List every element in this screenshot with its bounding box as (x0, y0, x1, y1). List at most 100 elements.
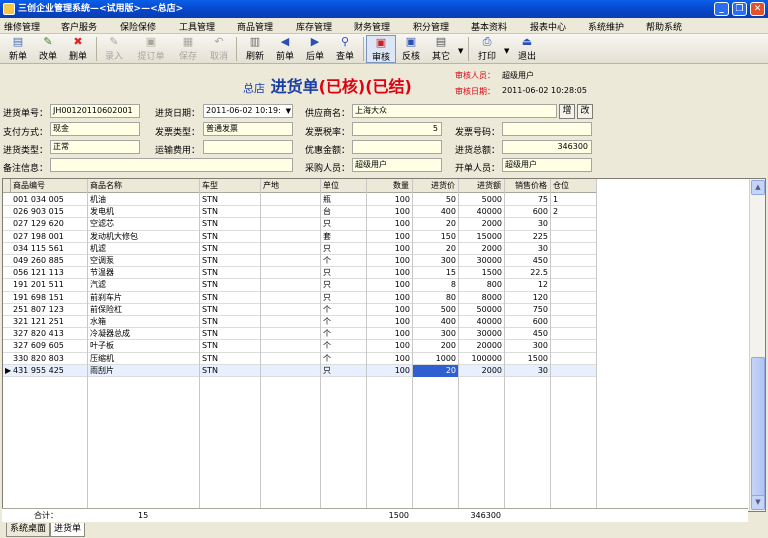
cell-unit[interactable]: 个 (321, 328, 367, 340)
cell-amount[interactable]: 800 (459, 279, 505, 291)
col-header-qty[interactable]: 数量 (367, 179, 413, 193)
table-row[interactable]: 321 121 251 水箱 STN 个 100 400 40000 600 (3, 316, 597, 329)
cell-model[interactable]: STN (200, 328, 261, 340)
cell-sale-price[interactable]: 450 (505, 255, 551, 267)
cell-amount[interactable]: 1500 (459, 267, 505, 279)
cell-code[interactable]: 001 034 005 (11, 194, 88, 206)
col-header-origin[interactable]: 产地 (261, 179, 321, 193)
cell-name[interactable]: 空滤芯 (88, 218, 200, 230)
cell-name[interactable]: 机滤 (88, 243, 200, 255)
cell-origin[interactable] (261, 328, 321, 340)
other-dropdown-icon[interactable]: ▼ (458, 47, 463, 55)
cell-location[interactable] (551, 292, 597, 304)
cell-amount[interactable]: 40000 (459, 316, 505, 328)
cell-model[interactable]: STN (200, 267, 261, 279)
add-supplier-button[interactable]: 增 (559, 104, 575, 119)
cell-name[interactable]: 水箱 (88, 316, 200, 328)
cell-price[interactable]: 50 (413, 194, 459, 206)
cell-code[interactable]: 026 903 015 (11, 206, 88, 218)
cell-unit[interactable]: 只 (321, 267, 367, 279)
creator-field[interactable]: 超级用户 (502, 158, 592, 172)
cell-qty[interactable]: 100 (367, 218, 413, 230)
cell-sale-price[interactable]: 75 (505, 194, 551, 206)
cell-model[interactable]: STN (200, 353, 261, 365)
cell-name[interactable]: 汽滤 (88, 279, 200, 291)
goods-grid[interactable]: 商品编号 商品名称 车型 产地 单位 数量 进货价 进货额 销售价格 仓位 00… (2, 178, 766, 512)
supplier-field[interactable]: 上海大众 (352, 104, 557, 118)
cell-sale-price[interactable]: 30 (505, 218, 551, 230)
cell-code[interactable]: 056 121 113 (11, 267, 88, 279)
cell-origin[interactable] (261, 316, 321, 328)
prev-button[interactable]: ◀ 前单 (270, 35, 300, 63)
cell-qty[interactable]: 100 (367, 243, 413, 255)
cell-location[interactable] (551, 279, 597, 291)
tax-field[interactable]: 5 (352, 122, 442, 136)
cell-origin[interactable] (261, 267, 321, 279)
menu-repair[interactable]: 维修管理 (4, 20, 40, 33)
cell-name[interactable]: 叶子板 (88, 340, 200, 352)
cell-price[interactable]: 20 (413, 243, 459, 255)
edit-button[interactable]: ✎ 改单 (33, 35, 63, 63)
menu-goods[interactable]: 商品管理 (237, 20, 273, 33)
unapprove-button[interactable]: ▣ 反核 (396, 35, 426, 63)
print-dropdown-icon[interactable]: ▼ (504, 47, 509, 55)
cell-price[interactable]: 8 (413, 279, 459, 291)
vertical-scrollbar[interactable]: ▲ ▼ (749, 179, 765, 511)
new-button[interactable]: ▤ 新单 (3, 35, 33, 63)
cell-unit[interactable]: 只 (321, 365, 367, 377)
cell-model[interactable]: STN (200, 194, 261, 206)
cell-price[interactable]: 150 (413, 231, 459, 243)
cell-unit[interactable]: 瓶 (321, 194, 367, 206)
menu-help[interactable]: 帮助系统 (646, 20, 682, 33)
cell-location[interactable] (551, 243, 597, 255)
cell-code[interactable]: 027 198 001 (11, 231, 88, 243)
cell-location[interactable] (551, 353, 597, 365)
cell-sale-price[interactable]: 600 (505, 206, 551, 218)
cell-code[interactable]: 049 260 885 (11, 255, 88, 267)
minimize-button[interactable]: _ (714, 2, 729, 16)
delete-button[interactable]: ✖ 删单 (63, 35, 93, 63)
cell-model[interactable]: STN (200, 243, 261, 255)
cell-qty[interactable]: 100 (367, 365, 413, 377)
close-button[interactable]: ✕ (750, 2, 765, 16)
cell-amount[interactable]: 20000 (459, 340, 505, 352)
cell-qty[interactable]: 100 (367, 206, 413, 218)
cell-origin[interactable] (261, 231, 321, 243)
cell-price[interactable]: 300 (413, 328, 459, 340)
cell-location[interactable] (551, 328, 597, 340)
cell-unit[interactable]: 个 (321, 255, 367, 267)
restore-button[interactable]: ❐ (732, 2, 747, 16)
cell-unit[interactable]: 个 (321, 316, 367, 328)
cell-price[interactable]: 400 (413, 206, 459, 218)
cell-price[interactable]: 20 (413, 218, 459, 230)
refresh-button[interactable]: ▥ 刷新 (240, 35, 270, 63)
cell-model[interactable]: STN (200, 304, 261, 316)
cell-code[interactable]: 327 820 413 (11, 328, 88, 340)
cell-qty[interactable]: 100 (367, 267, 413, 279)
cell-model[interactable]: STN (200, 365, 261, 377)
cell-price[interactable]: 400 (413, 316, 459, 328)
cell-sale-price[interactable]: 300 (505, 340, 551, 352)
table-row[interactable]: 251 807 123 前保险杠 STN 个 100 500 50000 750 (3, 304, 597, 316)
cell-model[interactable]: STN (200, 340, 261, 352)
cell-model[interactable]: STN (200, 218, 261, 230)
cell-location[interactable] (551, 255, 597, 267)
cell-price[interactable]: 1000 (413, 353, 459, 365)
cell-name[interactable]: 前刹车片 (88, 292, 200, 304)
total-field[interactable]: 346300 (502, 140, 592, 154)
cell-name[interactable]: 空调泵 (88, 255, 200, 267)
col-header-model[interactable]: 车型 (200, 179, 261, 193)
find-button[interactable]: ⚲ 查单 (330, 35, 360, 63)
cell-origin[interactable] (261, 243, 321, 255)
cell-code[interactable]: 034 115 561 (11, 243, 88, 255)
cell-sale-price[interactable]: 30 (505, 243, 551, 255)
cell-location[interactable] (551, 231, 597, 243)
cell-qty[interactable]: 100 (367, 231, 413, 243)
cell-location[interactable]: 1 (551, 194, 597, 206)
cell-location[interactable] (551, 340, 597, 352)
pay-field[interactable]: 现金 (50, 122, 140, 136)
col-header-amount[interactable]: 进货额 (459, 179, 505, 193)
cell-amount[interactable]: 40000 (459, 206, 505, 218)
cell-model[interactable]: STN (200, 316, 261, 328)
print-button[interactable]: ⎙ 打印 (472, 35, 502, 63)
